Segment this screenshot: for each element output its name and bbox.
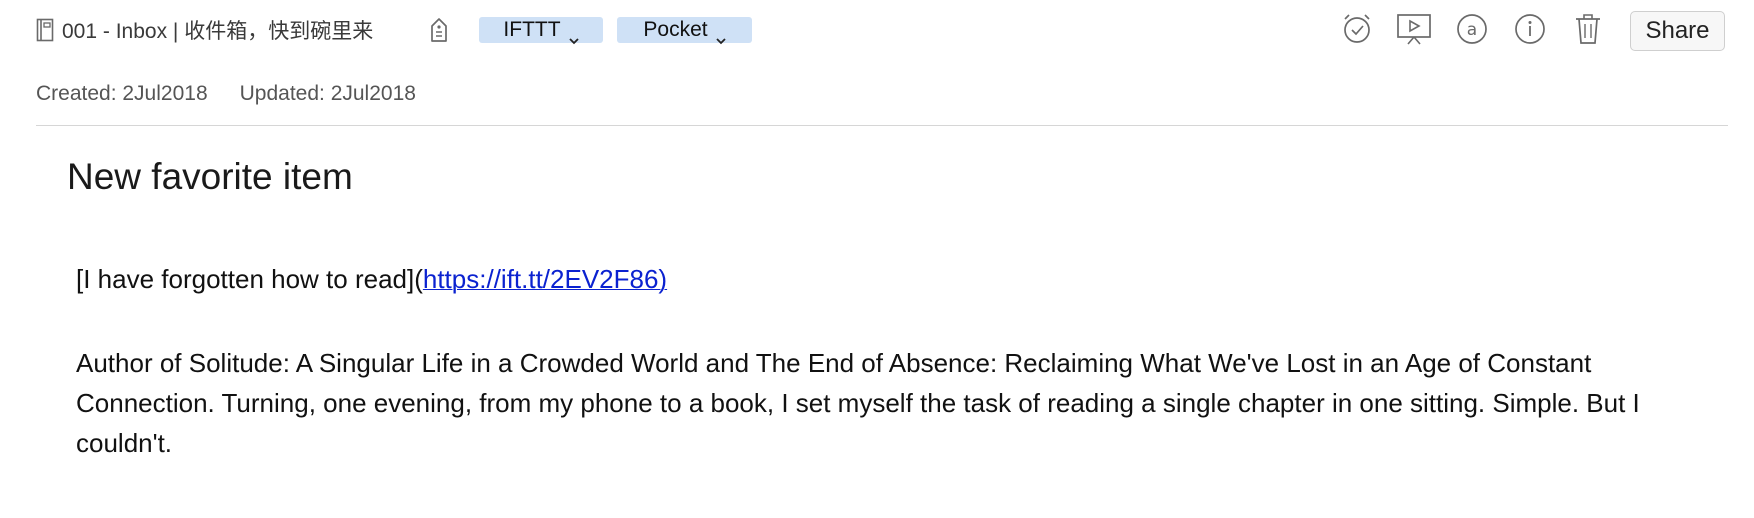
notebook-icon: [36, 18, 54, 42]
tag-chip-pocket[interactable]: Pocket: [617, 17, 752, 44]
note-link-line: [I have forgotten how to read](https://i…: [76, 262, 667, 296]
reminder-icon: [1340, 12, 1374, 46]
present-button[interactable]: [1395, 10, 1433, 48]
note-toolbar: 001 - Inbox | 收件箱，快到碗里来 IFTTT Pocket a S…: [0, 0, 1754, 60]
notebook-name: 001 - Inbox | 收件箱，快到碗里来: [62, 20, 374, 43]
tag-chip-label: IFTTT: [503, 18, 561, 41]
note-body-paragraph: Author of Solitude: A Singular Life in a…: [76, 348, 1640, 458]
created-date: Created: 2Jul2018: [36, 82, 208, 105]
trash-icon: [1573, 12, 1603, 46]
chevron-down-icon: [715, 27, 726, 44]
reminder-button[interactable]: [1338, 10, 1376, 48]
chevron-down-icon: [568, 27, 579, 44]
delete-button[interactable]: [1569, 10, 1607, 48]
at-mention-icon: a: [1455, 12, 1489, 46]
note-metadata: Created: 2Jul2018 Updated: 2Jul2018: [36, 80, 416, 108]
notebook-selector[interactable]: 001 - Inbox | 收件箱，快到碗里来: [36, 16, 373, 44]
tag-chip-ifttt[interactable]: IFTTT: [479, 17, 603, 44]
info-icon: [1513, 12, 1547, 46]
tag-icon[interactable]: [428, 16, 450, 44]
tag-chip-label: Pocket: [643, 18, 708, 41]
link-prefix-text: [I have forgotten how to read](: [76, 264, 423, 294]
at-mention-button[interactable]: a: [1453, 10, 1491, 48]
share-button[interactable]: Share: [1630, 11, 1725, 51]
svg-text:a: a: [1467, 20, 1477, 40]
presentation-icon: [1396, 12, 1432, 46]
article-link[interactable]: https://ift.tt/2EV2F86): [423, 264, 667, 294]
info-button[interactable]: [1511, 10, 1549, 48]
divider: [36, 125, 1728, 126]
updated-date: Updated: 2Jul2018: [239, 82, 416, 105]
note-title[interactable]: New favorite item: [67, 155, 353, 199]
